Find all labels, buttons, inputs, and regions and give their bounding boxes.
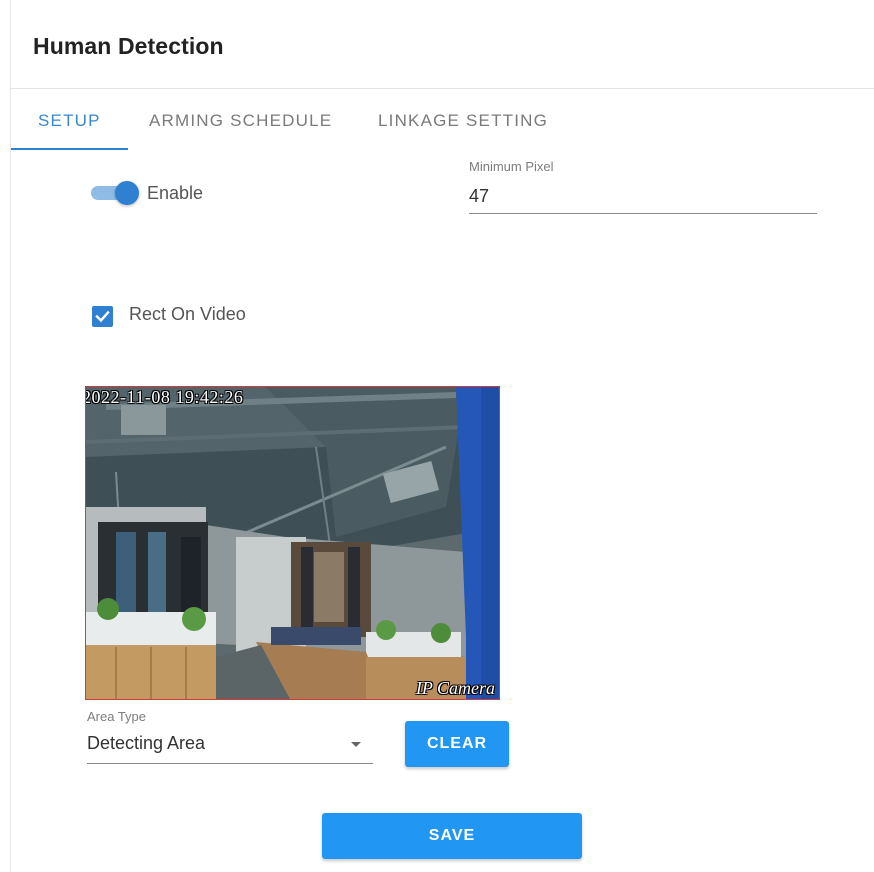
minimum-pixel-input[interactable] bbox=[469, 180, 817, 214]
clear-button[interactable]: CLEAR bbox=[405, 721, 509, 767]
tab-setup[interactable]: SETUP bbox=[38, 111, 101, 131]
enable-toggle[interactable] bbox=[89, 181, 139, 205]
page-title: Human Detection bbox=[33, 33, 224, 59]
video-camera-label: IP Camera bbox=[415, 678, 495, 698]
video-timestamp: 2022-11-08 19:42:26 bbox=[85, 387, 244, 407]
tab-bar: SETUP ARMING SCHEDULE LINKAGE SETTING bbox=[11, 100, 874, 152]
area-type-select[interactable]: Detecting Area bbox=[87, 726, 373, 764]
area-type-value: Detecting Area bbox=[87, 733, 206, 753]
chevron-down-icon bbox=[351, 742, 361, 747]
minimum-pixel-label: Minimum Pixel bbox=[469, 159, 554, 174]
human-detection-panel: Human Detection SETUP ARMING SCHEDULE LI… bbox=[10, 0, 874, 872]
tab-arming-schedule[interactable]: ARMING SCHEDULE bbox=[149, 111, 332, 131]
enable-label: Enable bbox=[147, 183, 204, 203]
camera-scene bbox=[86, 387, 499, 699]
toggle-knob bbox=[115, 181, 139, 205]
rect-on-video-label: Rect On Video bbox=[129, 304, 246, 324]
video-preview[interactable]: 2022-11-08 19:42:26 IP Camera bbox=[85, 386, 500, 700]
rect-on-video-checkbox[interactable] bbox=[92, 306, 113, 327]
area-type-label: Area Type bbox=[87, 709, 147, 724]
active-tab-indicator bbox=[11, 148, 128, 150]
tab-linkage-setting[interactable]: LINKAGE SETTING bbox=[378, 111, 548, 131]
save-button[interactable]: SAVE bbox=[322, 813, 582, 859]
header-divider bbox=[11, 88, 874, 89]
checkmark-icon bbox=[95, 310, 110, 323]
